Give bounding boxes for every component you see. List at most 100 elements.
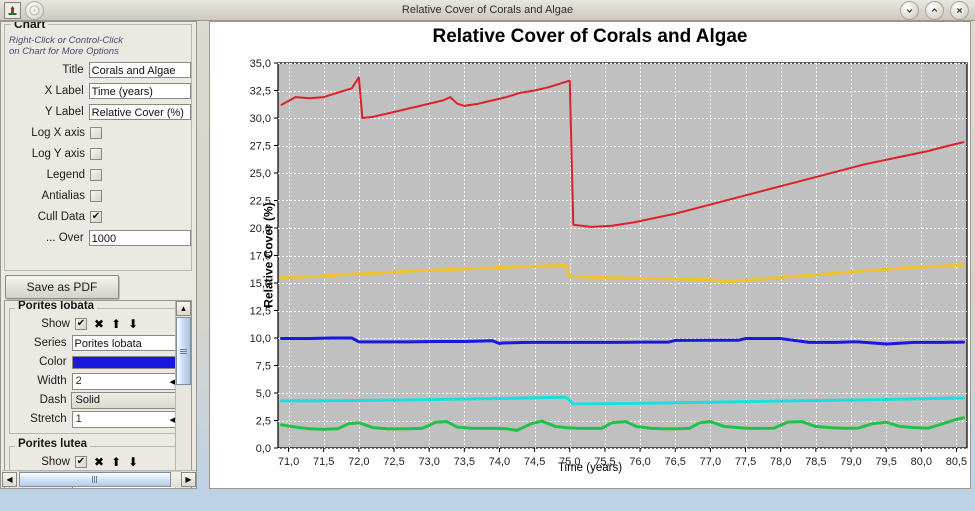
x-tick-label: 78,0 bbox=[770, 456, 791, 468]
y-tick-label: 27,5 bbox=[250, 141, 271, 153]
stretch-row: Stretch 1 ◀ bbox=[12, 410, 180, 428]
color-row: Color bbox=[12, 353, 180, 371]
x-tick-label: 72,5 bbox=[383, 456, 404, 468]
x-tick-label: 76,0 bbox=[629, 456, 650, 468]
y-tick-label: 17,5 bbox=[250, 251, 271, 263]
close-icon bbox=[956, 7, 963, 14]
stretch-stepper[interactable]: 1 ◀ bbox=[71, 410, 180, 428]
x-tick-label: 77,5 bbox=[735, 456, 756, 468]
close-button[interactable] bbox=[950, 1, 969, 20]
y-tick-label: 22,5 bbox=[250, 196, 271, 208]
title-input[interactable]: Corals and Algae bbox=[88, 62, 191, 78]
label-over: ... Over bbox=[45, 232, 84, 244]
series-list-vertical-scrollbar[interactable]: ▲ ▼ bbox=[175, 301, 191, 488]
color-swatch[interactable] bbox=[71, 355, 180, 369]
dash-row: Dash Solid bbox=[12, 391, 180, 409]
field-row-title: Title Corals and Algae bbox=[5, 60, 191, 80]
label-antialias: Antialias bbox=[41, 190, 85, 202]
width-stepper[interactable]: 2 ◀ bbox=[71, 372, 180, 390]
sidebar-horizontal-scrollbar[interactable]: ◀ ▶ bbox=[2, 470, 196, 487]
x-tick-label: 80,5 bbox=[946, 456, 967, 468]
vertical-scroll-thumb[interactable] bbox=[176, 317, 191, 385]
move-up-icon[interactable]: ⬆ bbox=[111, 456, 121, 468]
chart-hint-line1: Right-Click or Control-Click bbox=[9, 35, 124, 46]
label-cull-data: Cull Data bbox=[37, 211, 85, 223]
delete-series-icon[interactable]: ✖ bbox=[94, 456, 104, 468]
series-group-title: Porites lobata bbox=[15, 301, 98, 312]
app-icon[interactable] bbox=[4, 1, 21, 19]
y-tick-label: 30,0 bbox=[250, 113, 271, 125]
y-tick-label: 0,0 bbox=[256, 443, 271, 455]
save-as-pdf-button[interactable]: Save as PDF bbox=[5, 275, 119, 299]
log-y-axis-checkbox[interactable] bbox=[90, 148, 102, 160]
minimize-button[interactable] bbox=[900, 1, 919, 20]
x-tick-label: 73,0 bbox=[418, 456, 439, 468]
show-row: Show ✔ ✖ ⬆ ⬇ bbox=[12, 453, 180, 471]
series-name-row: Series Porites lobata bbox=[12, 334, 180, 352]
field-row-xlabel: X Label Time (years) bbox=[5, 81, 191, 101]
move-up-icon[interactable]: ⬆ bbox=[111, 318, 121, 330]
label-ylabel: Y Label bbox=[44, 106, 84, 118]
series-name-input[interactable]: Porites lobata bbox=[71, 335, 180, 351]
log-x-axis-checkbox[interactable] bbox=[90, 127, 102, 139]
scroll-grip-icon bbox=[92, 476, 98, 483]
x-tick-label: 72,0 bbox=[348, 456, 369, 468]
x-tick-label: 78,5 bbox=[805, 456, 826, 468]
y-tick-label: 15,0 bbox=[250, 278, 271, 290]
maximize-button[interactable] bbox=[925, 1, 944, 20]
options-sidebar: Chart Right-Click or Control-Click on Ch… bbox=[0, 21, 197, 489]
stretch-value: 1 bbox=[75, 413, 82, 425]
checkbox-row-antialias: Antialias bbox=[5, 186, 191, 206]
width-value: 2 bbox=[75, 375, 82, 387]
x-tick-label: 74,5 bbox=[524, 456, 545, 468]
x-tick-label: 71,5 bbox=[313, 456, 334, 468]
series-group-porites-lobata: Porites lobata Show ✔ ✖ ⬆ ⬇ Series Porit… bbox=[9, 301, 183, 434]
chart-plot-area[interactable]: 0,0 2,5 5,0 7,5 10,0 12,5 15,0 17,5 20,0 22,5 25,0… bbox=[210, 22, 972, 490]
antialias-checkbox[interactable] bbox=[90, 190, 102, 202]
show-checkbox[interactable]: ✔ bbox=[75, 318, 87, 330]
scroll-left-button[interactable]: ◀ bbox=[2, 471, 17, 487]
scroll-right-button[interactable]: ▶ bbox=[181, 471, 196, 487]
label-title: Title bbox=[62, 64, 84, 76]
x-tick-label: 71,0 bbox=[278, 456, 299, 468]
show-checkbox[interactable]: ✔ bbox=[75, 456, 87, 468]
horizontal-scroll-track[interactable] bbox=[17, 471, 181, 487]
chart-options-panel: Chart Right-Click or Control-Click on Ch… bbox=[4, 22, 192, 271]
checkbox-row-cull-data: Cull Data ✔ bbox=[5, 207, 191, 227]
y-tick-label: 5,0 bbox=[256, 388, 271, 400]
label-show: Show bbox=[41, 318, 70, 330]
dash-select[interactable]: Solid bbox=[71, 391, 180, 409]
x-tick-label: 75,5 bbox=[594, 456, 615, 468]
chart-hint-line2: on Chart for More Options bbox=[9, 46, 119, 57]
over-input[interactable]: 1000 bbox=[88, 230, 191, 246]
show-row: Show ✔ ✖ ⬆ ⬇ bbox=[12, 315, 180, 333]
label-show: Show bbox=[41, 456, 70, 468]
window-controls bbox=[900, 1, 969, 20]
scroll-up-button[interactable]: ▲ bbox=[176, 301, 191, 316]
move-down-icon[interactable]: ⬇ bbox=[128, 456, 138, 468]
y-tick-label: 7,5 bbox=[256, 361, 271, 373]
circle-icon[interactable] bbox=[25, 0, 44, 20]
xlabel-input[interactable]: Time (years) bbox=[88, 83, 191, 99]
cull-data-checkbox[interactable]: ✔ bbox=[90, 211, 102, 223]
chart-panel[interactable]: Relative Cover of Corals and Algae Relat… bbox=[209, 21, 971, 489]
width-row: Width 2 ◀ bbox=[12, 372, 180, 390]
x-tick-label: 79,5 bbox=[875, 456, 896, 468]
move-down-icon[interactable]: ⬇ bbox=[128, 318, 138, 330]
series-group-title: Porites lutea bbox=[15, 438, 91, 450]
label-color: Color bbox=[39, 356, 67, 368]
delete-series-icon[interactable]: ✖ bbox=[94, 318, 104, 330]
legend-checkbox[interactable] bbox=[90, 169, 102, 181]
x-tick-label: 77,0 bbox=[700, 456, 721, 468]
y-tick-label: 12,5 bbox=[250, 306, 271, 318]
checkbox-row-log-y: Log Y axis bbox=[5, 144, 191, 164]
ylabel-input[interactable]: Relative Cover (%) bbox=[88, 104, 191, 120]
scroll-grip-icon bbox=[180, 348, 187, 354]
chevron-up-icon bbox=[931, 8, 938, 12]
titlebar-left-buttons bbox=[0, 0, 44, 20]
horizontal-scroll-thumb[interactable] bbox=[19, 472, 171, 487]
x-tick-label: 76,5 bbox=[665, 456, 686, 468]
chart-hint: Right-Click or Control-Click on Chart fo… bbox=[9, 35, 191, 57]
label-log-y-axis: Log Y axis bbox=[31, 148, 85, 160]
chart-panel-title: Chart bbox=[11, 22, 49, 31]
